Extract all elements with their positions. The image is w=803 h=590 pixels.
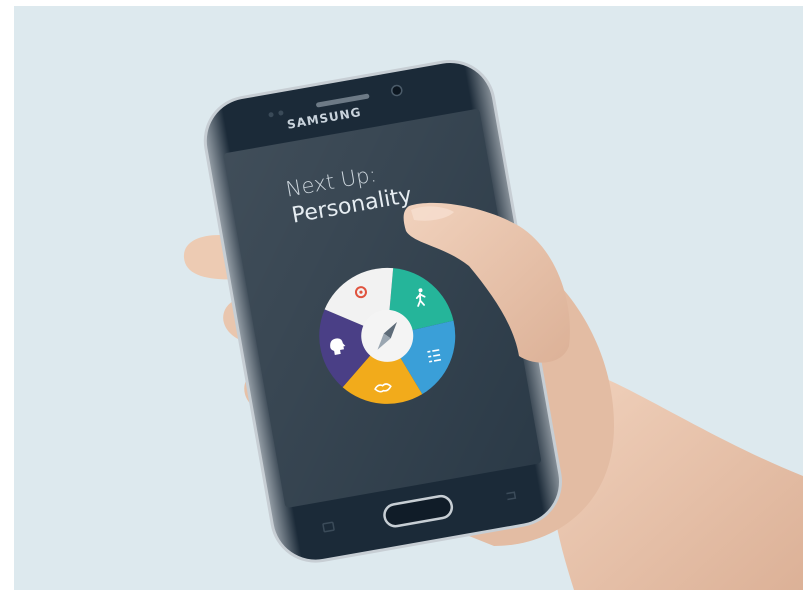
front-camera: [391, 84, 403, 97]
photo-scene: SAMSUNG Next Up: Personality: [14, 6, 803, 590]
target-icon: [354, 286, 367, 299]
photo-illustration: [183, 59, 803, 590]
